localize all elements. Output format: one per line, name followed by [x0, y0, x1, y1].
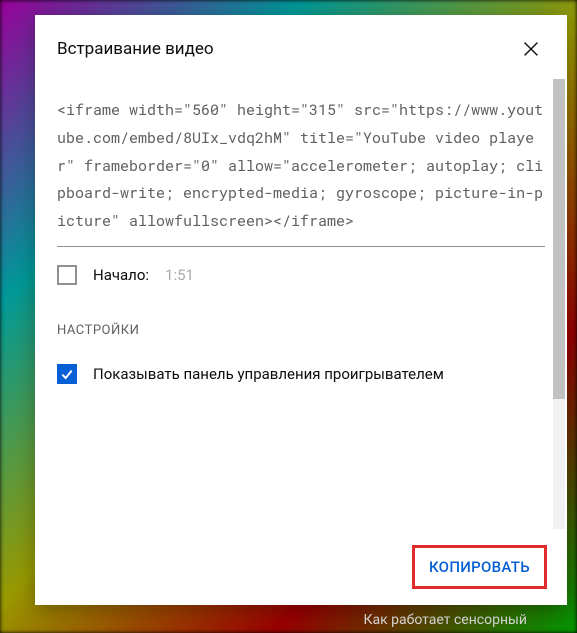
embed-dialog: Встраивание видео <iframe width="560" he…	[35, 15, 567, 605]
start-at-label: Начало:	[93, 266, 149, 284]
start-at-time-input[interactable]: 1:51	[165, 266, 194, 284]
embed-code-textarea[interactable]: <iframe width="560" height="315" src="ht…	[57, 79, 545, 247]
background-text: Как работает сенсорный	[363, 612, 527, 628]
show-controls-label: Показывать панель управления проигрывате…	[93, 365, 444, 383]
option-row-player-controls: Показывать панель управления проигрывате…	[57, 360, 545, 388]
scrollbar-thumb[interactable]	[553, 79, 565, 399]
settings-section: НАСТРОЙКИ Показывать панель управления п…	[57, 303, 545, 388]
start-at-checkbox[interactable]	[57, 265, 77, 285]
dialog-header: Встраивание видео	[35, 15, 567, 79]
close-icon	[520, 38, 542, 60]
show-controls-checkbox[interactable]	[57, 364, 77, 384]
dialog-body: <iframe width="560" height="315" src="ht…	[35, 79, 567, 529]
copy-button[interactable]: КОПИРОВАТЬ	[412, 545, 547, 589]
checkmark-icon	[59, 366, 75, 382]
start-at-row: Начало: 1:51	[57, 247, 545, 303]
close-button[interactable]	[519, 37, 543, 61]
dialog-footer: КОПИРОВАТЬ	[35, 529, 567, 605]
settings-heading: НАСТРОЙКИ	[57, 323, 545, 338]
dialog-title: Встраивание видео	[57, 39, 214, 59]
